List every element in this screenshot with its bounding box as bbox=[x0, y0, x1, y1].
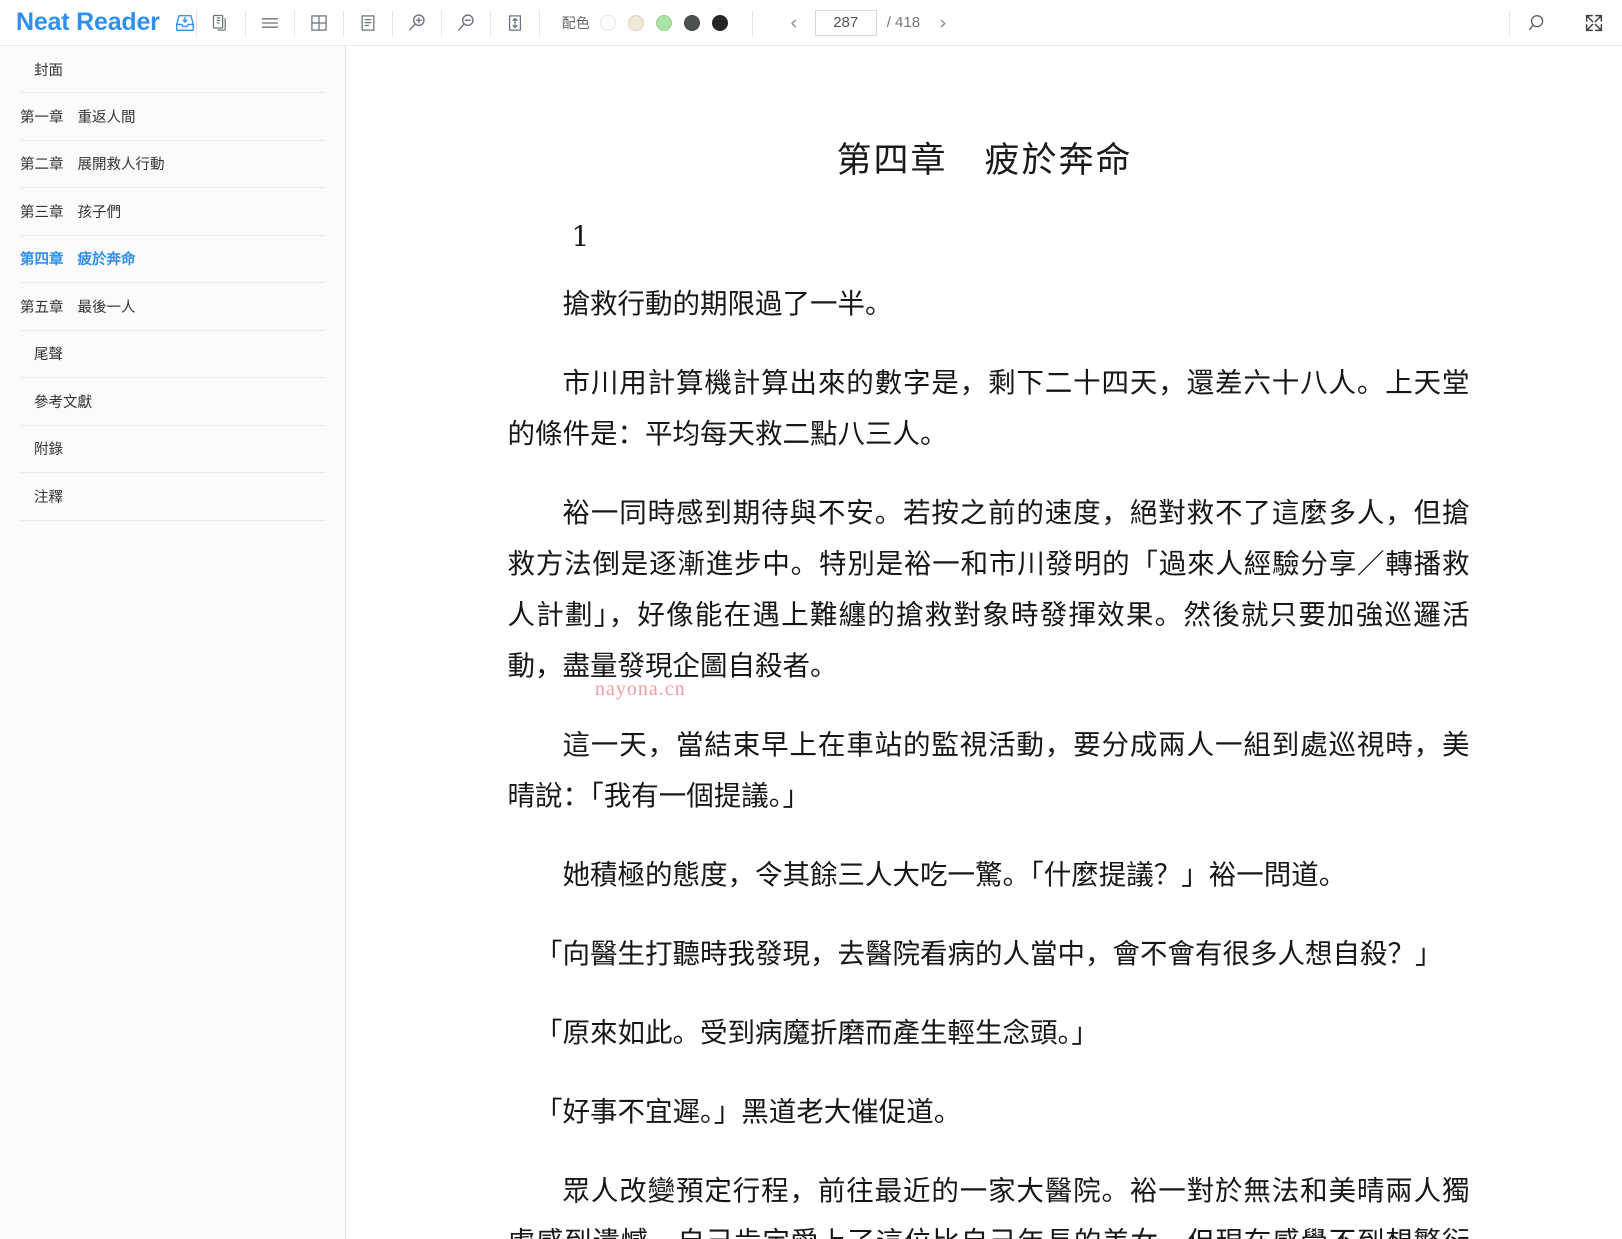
two-page-copy-icon[interactable] bbox=[197, 0, 245, 46]
page-total-label: / 418 bbox=[886, 14, 921, 31]
theme-dark-gray[interactable] bbox=[683, 14, 700, 31]
toc-item-label: 參考文獻 bbox=[34, 394, 92, 411]
paragraph: 這一天，當結束早上在車站的監視活動，要分成兩人一組到處巡視時，美晴說：「我有一個… bbox=[507, 729, 1470, 812]
library-inbox-icon[interactable] bbox=[174, 12, 196, 34]
brand-name: Neat Reader bbox=[16, 8, 160, 36]
paragraph: 眾人改變預定行程，前往最近的一家大醫院。裕一對於無法和美晴兩人獨處感到遺憾。自己… bbox=[508, 1175, 1470, 1239]
theme-sepia[interactable] bbox=[627, 14, 644, 31]
chapter-title: 第四章 疲於奔命 bbox=[836, 141, 1133, 181]
palette-label: 配色 bbox=[561, 14, 590, 31]
section-number: 1 bbox=[571, 220, 590, 253]
top-toolbar: Neat Reader 配色 ‹ 287 / 418 › bbox=[0, 0, 1622, 46]
paragraph: 「向醫生打聽時我發現，去醫院看病的人當中，會不會有很多人想自殺？」 bbox=[535, 938, 1443, 970]
book-page: 第四章 疲於奔命 1 搶救行動的期限過了一半。 市川用計算機計算出來的數字是，剩… bbox=[347, 132, 1622, 1239]
toolbar-divider-9 bbox=[751, 9, 753, 36]
toc-item-number: 第一章 bbox=[20, 109, 64, 126]
sidebar-item-appendix[interactable]: 附錄 bbox=[20, 426, 325, 473]
sidebar-item-references[interactable]: 參考文獻 bbox=[20, 378, 325, 426]
sidebar-item-chapter-2[interactable]: 第二章 展開救人行動 bbox=[20, 141, 325, 188]
search-icon[interactable] bbox=[1510, 0, 1566, 46]
toc-item-label: 封面 bbox=[34, 62, 63, 79]
theme-black[interactable] bbox=[711, 14, 728, 31]
toc-list: 封面 第一章 重返人間 第二章 展開救人行動 第三章 孩子們 第四章 疲於奔命 … bbox=[0, 46, 345, 521]
paragraph: 她積極的態度，令其餘三人大吃一驚。「什麼提議？」裕一問道。 bbox=[562, 859, 1347, 891]
sidebar-item-epilogue[interactable]: 尾聲 bbox=[20, 331, 325, 378]
reader-content-pane[interactable]: 第四章 疲於奔命 1 搶救行動的期限過了一半。 市川用計算機計算出來的數字是，剩… bbox=[347, 46, 1622, 1239]
prev-page-button[interactable]: ‹ bbox=[779, 8, 809, 38]
toc-item-label: 孩子們 bbox=[77, 204, 122, 221]
sidebar-item-chapter-1[interactable]: 第一章 重返人間 bbox=[20, 93, 325, 141]
toc-item-number: 第五章 bbox=[20, 299, 64, 316]
toc-item-label: 展開救人行動 bbox=[77, 157, 165, 174]
page-number-input[interactable] bbox=[814, 9, 877, 36]
brand[interactable]: Neat Reader bbox=[0, 0, 196, 46]
paragraph: 「原來如此。受到病魔折磨而產生輕生念頭。」 bbox=[535, 1017, 1099, 1049]
grid-view-icon[interactable] bbox=[295, 0, 343, 46]
toc-item-label: 最後一人 bbox=[77, 299, 136, 316]
sidebar-item-cover[interactable]: 封面 bbox=[20, 46, 325, 93]
paragraph: 裕一同時感到期待與不安。若按之前的速度，絕對救不了這麼多人，但搶救方法倒是逐漸進… bbox=[507, 497, 1470, 682]
toc-item-label: 重返人間 bbox=[77, 109, 136, 126]
toolbar-view-group bbox=[197, 0, 540, 46]
toc-item-label: 疲於奔命 bbox=[77, 252, 136, 269]
zoom-out-icon[interactable] bbox=[442, 0, 490, 46]
line-height-icon[interactable] bbox=[491, 0, 539, 46]
sidebar-item-chapter-3[interactable]: 第三章 孩子們 bbox=[20, 188, 325, 236]
paragraph: 市川用計算機計算出來的數字是，剩下二十四天，還差六十八人。上天堂的條件是：平均每… bbox=[507, 367, 1470, 450]
theme-white[interactable] bbox=[599, 14, 616, 31]
sidebar-item-notes[interactable]: 注釋 bbox=[20, 473, 325, 521]
toc-item-label: 注釋 bbox=[34, 489, 63, 506]
toc-item-number: 第二章 bbox=[20, 157, 64, 174]
toc-item-number: 第四章 bbox=[20, 252, 64, 269]
paragraph: 「好事不宜遲。」黑道老大催促道。 bbox=[535, 1096, 962, 1128]
zoom-in-icon[interactable] bbox=[393, 0, 441, 46]
toolbar-right-group bbox=[1509, 0, 1622, 46]
theme-green[interactable] bbox=[655, 14, 672, 31]
single-page-icon[interactable] bbox=[344, 0, 392, 46]
toc-item-number: 第三章 bbox=[20, 204, 64, 221]
next-page-button[interactable]: › bbox=[928, 8, 958, 38]
reader-app: Neat Reader 配色 ‹ 287 / 418 › 封面 第一章 重返人間… bbox=[0, 0, 1622, 1239]
sidebar-item-chapter-5[interactable]: 第五章 最後一人 bbox=[20, 283, 325, 331]
toc-item-label: 尾聲 bbox=[34, 347, 63, 364]
fullscreen-icon[interactable] bbox=[1566, 0, 1622, 46]
table-of-contents-sidebar[interactable]: 封面 第一章 重返人間 第二章 展開救人行動 第三章 孩子們 第四章 疲於奔命 … bbox=[0, 46, 346, 1239]
toc-item-label: 附錄 bbox=[34, 442, 63, 459]
color-theme-palette: 配色 bbox=[540, 0, 740, 46]
list-view-icon[interactable] bbox=[246, 0, 294, 46]
body-column: 1 搶救行動的期限過了一半。 市川用計算機計算出來的數字是，剩下二十四天，還差六… bbox=[500, 223, 1470, 1239]
sidebar-item-chapter-4[interactable]: 第四章 疲於奔命 bbox=[20, 236, 325, 283]
paragraph: 搶救行動的期限過了一半。 bbox=[562, 288, 893, 320]
page-navigation: ‹ / 418 › bbox=[779, 0, 958, 46]
